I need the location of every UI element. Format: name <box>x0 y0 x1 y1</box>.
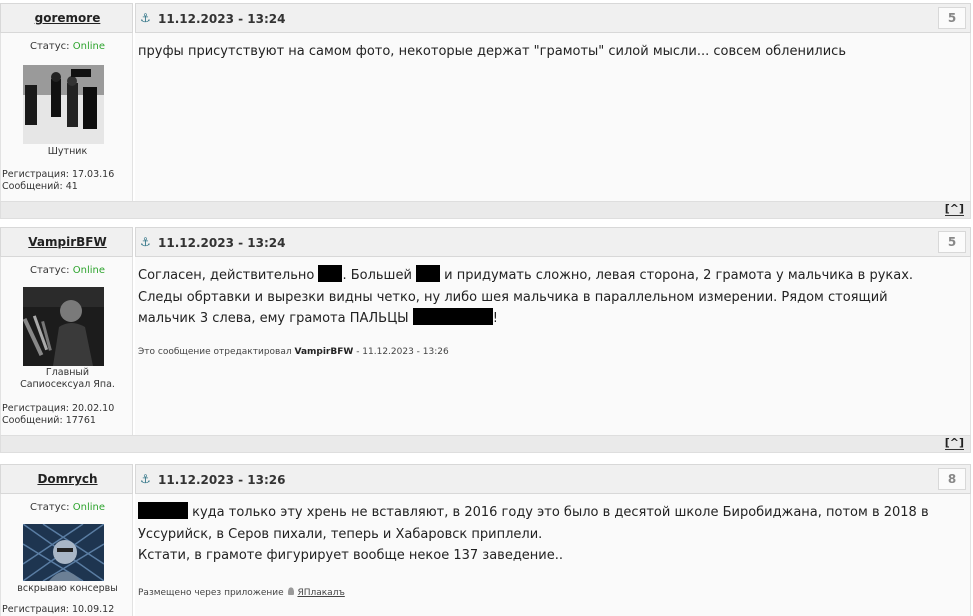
post-text: Согласен, действительно . Большей и прид… <box>138 265 948 330</box>
post-date: 11.12.2023 - 13:24 <box>158 236 286 250</box>
redacted-block <box>318 265 343 282</box>
posted-via-note: Размещено через приложение ЯПлакалъ <box>138 587 345 598</box>
post-body: пруфы присутствуют на самом фото, некото… <box>135 33 971 201</box>
post-author-cell: goremore <box>0 3 133 33</box>
username-link[interactable]: VampirBFW <box>1 235 134 249</box>
anchor-icon[interactable]: ⚓ <box>140 11 151 25</box>
post-date: 11.12.2023 - 13:26 <box>158 473 286 487</box>
post: goremore ⚓ 11.12.2023 - 13:24 5 Статус: … <box>0 3 971 219</box>
app-link[interactable]: ЯПлакалъ <box>297 588 344 598</box>
post-text: куда только эту хрень не вставляют, в 20… <box>138 502 948 567</box>
post-author-cell: Domrych <box>0 464 133 494</box>
anchor-icon[interactable]: ⚓ <box>140 472 151 486</box>
author-info: Статус: Online вскрываю консервы Регистр… <box>0 494 133 616</box>
redacted-block <box>138 502 188 519</box>
user-title: Главный Сапиосексуал Япа. <box>20 367 115 390</box>
user-status: Статус: Online <box>30 41 105 52</box>
post-date: 11.12.2023 - 13:24 <box>158 12 286 26</box>
post-text: пруфы присутствуют на самом фото, некото… <box>138 44 846 59</box>
post-body: Согласен, действительно . Большей и прид… <box>135 257 971 435</box>
post-body: куда только эту хрень не вставляют, в 20… <box>135 494 971 616</box>
post-footer: [^] <box>0 201 971 219</box>
username-link[interactable]: goremore <box>1 11 134 25</box>
scroll-top-button[interactable]: [^] <box>944 203 964 216</box>
post-meta-cell: ⚓ 11.12.2023 - 13:24 5 <box>135 3 971 33</box>
scroll-top-button[interactable]: [^] <box>944 437 964 450</box>
post-footer: [^] <box>0 435 971 453</box>
redacted-block <box>412 308 493 325</box>
post-header: Domrych ⚓ 11.12.2023 - 13:26 8 <box>0 464 971 494</box>
vote-count[interactable]: 8 <box>938 468 966 490</box>
user-title: вскрываю консервы <box>17 583 118 594</box>
post: Domrych ⚓ 11.12.2023 - 13:26 8 Статус: O… <box>0 464 971 616</box>
avatar[interactable] <box>23 524 104 581</box>
avatar[interactable] <box>23 287 104 366</box>
android-icon <box>287 587 295 596</box>
post-author-cell: VampirBFW <box>0 227 133 257</box>
edit-note: Это сообщение отредактировал VampirBFW -… <box>138 347 449 357</box>
author-info: Статус: Online Шутник Регистрация: 17.03… <box>0 33 133 201</box>
post: VampirBFW ⚓ 11.12.2023 - 13:24 5 Статус:… <box>0 227 971 454</box>
username-link[interactable]: Domrych <box>1 472 134 486</box>
user-stats: Регистрация: 17.03.16 Сообщений: 41 <box>2 169 115 192</box>
user-status: Статус: Online <box>30 502 105 513</box>
post-header: VampirBFW ⚓ 11.12.2023 - 13:24 5 <box>0 227 971 257</box>
user-stats: Регистрация: 10.09.12 <box>2 604 115 615</box>
post-header: goremore ⚓ 11.12.2023 - 13:24 5 <box>0 3 971 33</box>
redacted-block <box>416 265 441 282</box>
vote-count[interactable]: 5 <box>938 231 966 253</box>
post-meta-cell: ⚓ 11.12.2023 - 13:26 8 <box>135 464 971 494</box>
post-meta-cell: ⚓ 11.12.2023 - 13:24 5 <box>135 227 971 257</box>
user-stats: Регистрация: 20.02.10 Сообщений: 17761 <box>2 403 115 426</box>
anchor-icon[interactable]: ⚓ <box>140 235 151 249</box>
vote-count[interactable]: 5 <box>938 7 966 29</box>
user-status: Статус: Online <box>30 265 105 276</box>
avatar[interactable] <box>23 65 104 144</box>
user-title: Шутник <box>47 146 88 157</box>
author-info: Статус: Online Главный Сапиосексуал Япа.… <box>0 257 133 435</box>
